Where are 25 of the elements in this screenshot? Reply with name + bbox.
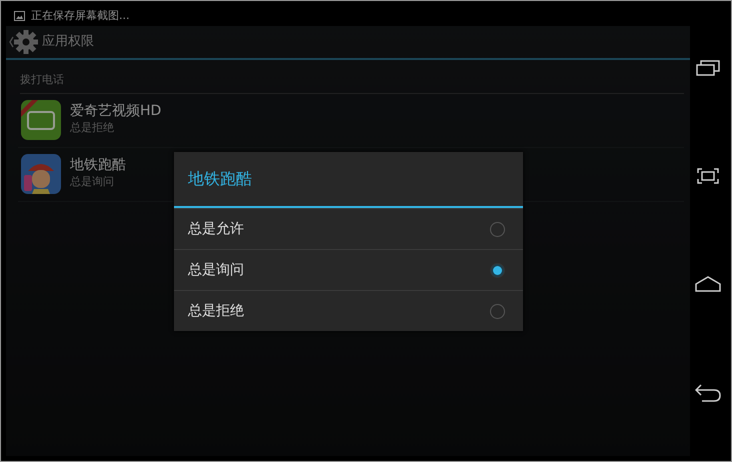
option-label: 总是询问 (188, 260, 244, 280)
home-icon[interactable] (695, 276, 721, 292)
notification-text: 正在保存屏幕截图... (31, 8, 130, 24)
dialog-title: 地铁跑酷 (174, 152, 523, 208)
screenshot-icon[interactable] (697, 168, 719, 184)
option-label: 总是拒绝 (188, 302, 244, 320)
permission-status: 总是询问 (70, 174, 115, 190)
back-icon[interactable] (695, 384, 721, 402)
recent-apps-icon[interactable] (696, 60, 720, 76)
permission-status: 总是拒绝 (70, 120, 115, 136)
radio-button[interactable] (490, 262, 505, 278)
dialog-option[interactable]: 总是询问 (174, 249, 523, 290)
app-icon (20, 153, 62, 195)
radio-button[interactable] (490, 304, 505, 318)
radio-button[interactable] (490, 222, 505, 236)
dialog-option[interactable]: 总是拒绝 (174, 290, 523, 331)
app-name: 地铁跑酷 (70, 157, 126, 174)
dialog-option[interactable]: 总是允许 (174, 208, 523, 249)
app-icon (20, 99, 62, 141)
option-label: 总是允许 (188, 220, 244, 238)
image-icon (14, 11, 25, 21)
section-header: 拨打电话 (20, 72, 684, 94)
up-button[interactable] (8, 29, 38, 55)
app-name: 爱奇艺视频HD (70, 103, 162, 120)
screen-title: 应用权限 (42, 33, 94, 52)
